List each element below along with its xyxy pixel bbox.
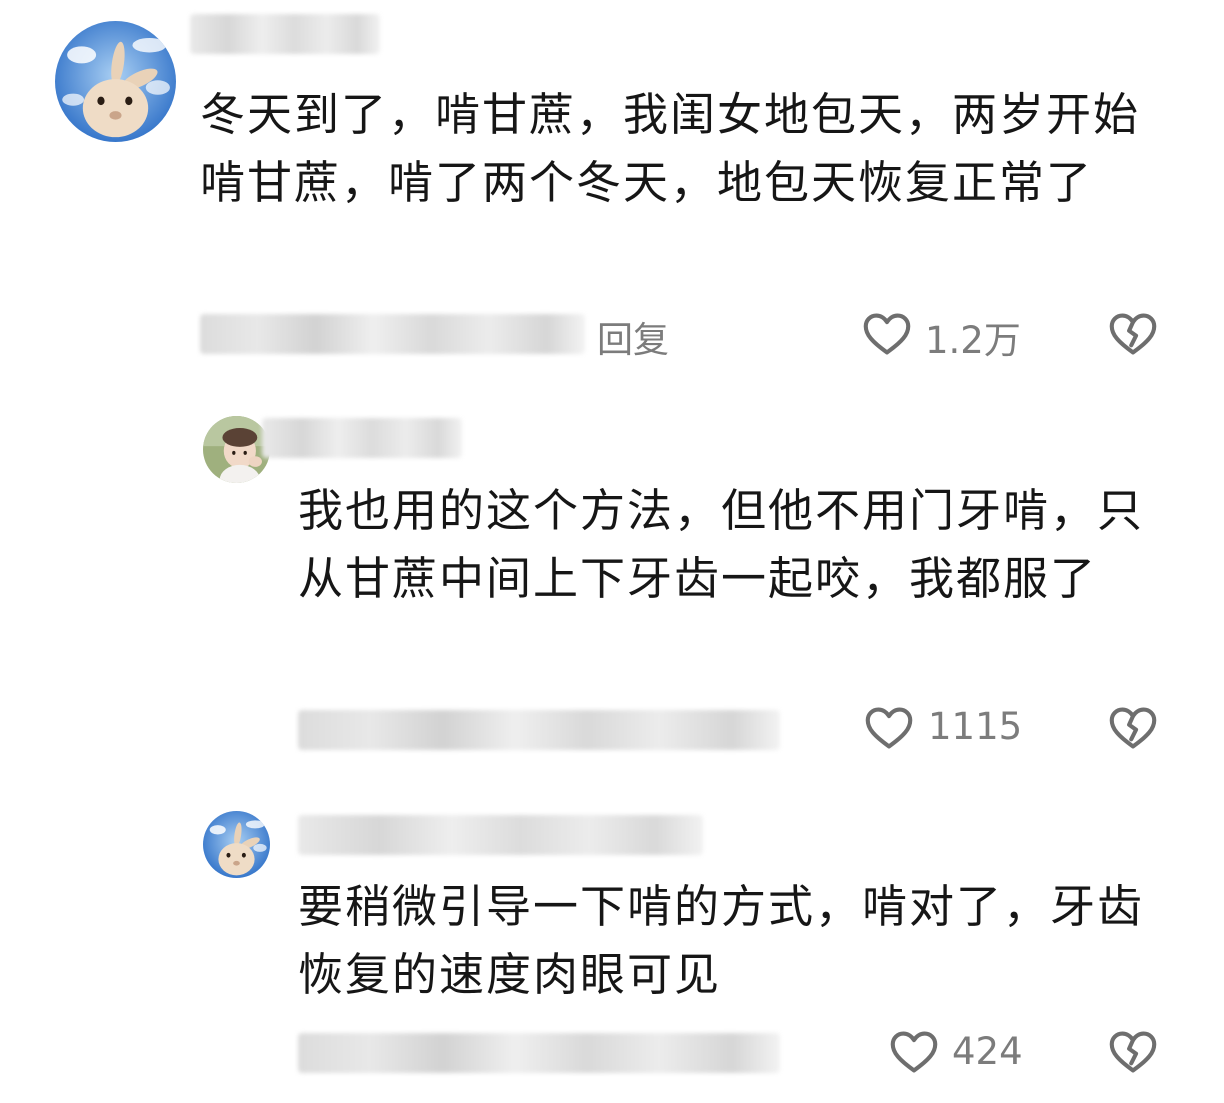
like-count: 1.2万 [925, 319, 1021, 362]
comment-text: 我也用的这个方法，但他不用门牙啃，只从甘蔗中间上下牙齿一起咬，我都服了 [298, 484, 1145, 605]
comment-meta-redacted [298, 1033, 780, 1073]
heart-outline-icon[interactable] [887, 1026, 941, 1078]
comment-meta-redacted [200, 314, 585, 354]
avatar[interactable] [55, 21, 176, 142]
username-redacted[interactable] [298, 815, 703, 855]
avatar[interactable] [203, 811, 270, 878]
like-count: 424 [952, 1030, 1023, 1073]
broken-heart-icon[interactable] [1106, 702, 1160, 754]
username-redacted[interactable] [262, 418, 462, 458]
heart-outline-icon[interactable] [860, 308, 914, 360]
comment-text: 冬天到了，啃甘蔗，我闺女地包天，两岁开始啃甘蔗，啃了两个冬天，地包天恢复正常了 [200, 88, 1141, 209]
heart-outline-icon[interactable] [862, 702, 916, 754]
like-count: 1115 [928, 705, 1023, 748]
broken-heart-icon[interactable] [1106, 308, 1160, 360]
comment-meta-redacted [298, 710, 780, 750]
broken-heart-icon[interactable] [1106, 1026, 1160, 1078]
reply-button[interactable]: 回复 [597, 311, 669, 363]
comment-text: 要稍微引导一下啃的方式，啃对了，牙齿恢复的速度肉眼可见 [298, 880, 1145, 1001]
avatar[interactable] [203, 416, 270, 483]
username-redacted[interactable] [190, 14, 380, 54]
